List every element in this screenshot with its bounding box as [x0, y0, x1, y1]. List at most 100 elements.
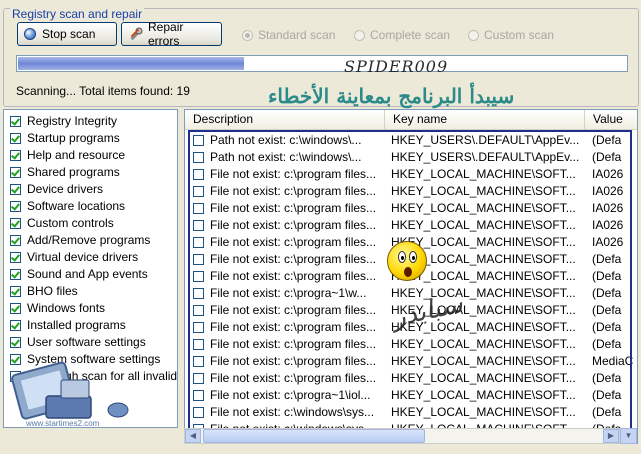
table-row[interactable]: File not exist: c:\program files... HKEY_…: [185, 200, 637, 217]
column-header-value[interactable]: Value: [585, 110, 637, 129]
cell-value: (Defa: [592, 388, 622, 402]
category-checkbox[interactable]: [10, 115, 21, 127]
cell-value: (Defa: [592, 371, 622, 385]
radio-label: Custom scan: [484, 28, 555, 42]
row-checkbox[interactable]: [193, 186, 204, 197]
cell-key-name: HKEY_LOCAL_MACHINE\SOFT...: [391, 167, 576, 181]
cell-value: IA026: [592, 184, 624, 198]
category-checkbox[interactable]: [10, 217, 21, 229]
table-row[interactable]: Path not exist: c:\windows\... HKEY_USERS…: [185, 132, 637, 149]
row-checkbox[interactable]: [193, 373, 204, 384]
cell-value: (Defa: [592, 320, 622, 334]
radio-label: Complete scan: [370, 28, 451, 42]
cell-description: File not exist: c:\program files...: [210, 337, 377, 351]
row-checkbox[interactable]: [193, 390, 204, 401]
category-label: Add/Remove programs: [27, 233, 151, 247]
stop-scan-button[interactable]: Stop scan: [17, 22, 117, 46]
table-row[interactable]: File not exist: c:\program files... HKEY_…: [185, 166, 637, 183]
radio-custom-scan[interactable]: Custom scan: [468, 28, 554, 42]
row-checkbox[interactable]: [193, 203, 204, 214]
category-checkbox[interactable]: [10, 285, 21, 297]
category-checkbox[interactable]: [10, 183, 21, 195]
table-row[interactable]: File not exist: c:\progra~1\iol... HKEY_L…: [185, 387, 637, 404]
table-row[interactable]: File not exist: c:\program files... HKEY_…: [185, 353, 637, 370]
row-checkbox[interactable]: [193, 356, 204, 367]
category-item[interactable]: Shared programs: [10, 164, 120, 180]
scroll-down-arrow-icon[interactable]: ▼: [620, 428, 637, 444]
category-item[interactable]: BHO files: [10, 283, 78, 299]
cell-key-name: HKEY_LOCAL_MACHINE\SOFT...: [391, 201, 576, 215]
cell-value: (Defa: [592, 269, 622, 283]
column-header-description[interactable]: Description: [185, 110, 385, 129]
cell-description: File not exist: c:\progra~1\w...: [210, 286, 367, 300]
scroll-right-arrow-icon[interactable]: ▶: [603, 429, 619, 443]
category-item[interactable]: Software locations: [10, 198, 125, 214]
row-checkbox[interactable]: [193, 254, 204, 265]
radio-complete-scan[interactable]: Complete scan: [354, 28, 450, 42]
cell-value: (Defa: [592, 405, 622, 419]
category-checkbox[interactable]: [10, 166, 21, 178]
category-checkbox[interactable]: [10, 200, 21, 212]
category-checkbox[interactable]: [10, 336, 21, 348]
category-item[interactable]: Registry Integrity: [10, 113, 117, 129]
arabic-caption: سيبدأ البرنامج بمعاينة الأخطاء: [268, 84, 515, 108]
cell-description: File not exist: c:\program files...: [210, 235, 377, 249]
column-header-key-name[interactable]: Key name: [385, 110, 585, 129]
scan-progress-bar: [16, 55, 628, 72]
category-item[interactable]: User software settings: [10, 334, 146, 350]
category-checkbox[interactable]: [10, 132, 21, 144]
category-label: User software settings: [27, 335, 146, 349]
cell-value: MediaC: [592, 354, 634, 368]
category-checkbox[interactable]: [10, 319, 21, 331]
row-checkbox[interactable]: [193, 305, 204, 316]
table-row[interactable]: Path not exist: c:\windows\... HKEY_USERS…: [185, 149, 637, 166]
category-item[interactable]: Help and resource: [10, 147, 125, 163]
radio-standard-scan[interactable]: Standard scan: [242, 28, 335, 42]
table-row[interactable]: File not exist: c:\program files... HKEY_…: [185, 370, 637, 387]
radio-dot: [354, 29, 365, 41]
category-item[interactable]: Installed programs: [10, 317, 126, 333]
category-label: Startup programs: [27, 131, 120, 145]
table-row[interactable]: File not exist: c:\program files... HKEY_…: [185, 336, 637, 353]
progress-fill: [18, 57, 244, 70]
category-checkbox[interactable]: [10, 149, 21, 161]
category-item[interactable]: Custom controls: [10, 215, 114, 231]
category-checkbox[interactable]: [10, 234, 21, 246]
row-checkbox[interactable]: [193, 135, 204, 146]
table-row[interactable]: File not exist: c:\program files... HKEY_…: [185, 217, 637, 234]
row-checkbox[interactable]: [193, 322, 204, 333]
scroll-left-arrow-icon[interactable]: ◀: [185, 429, 201, 443]
category-item[interactable]: Sound and App events: [10, 266, 148, 282]
category-checkbox[interactable]: [10, 302, 21, 314]
cell-value: (Defa: [592, 133, 622, 147]
row-checkbox[interactable]: [193, 169, 204, 180]
row-checkbox[interactable]: [193, 339, 204, 350]
category-item[interactable]: Device drivers: [10, 181, 103, 197]
scroll-thumb[interactable]: [203, 429, 425, 443]
cell-value: IA026: [592, 167, 624, 181]
cell-key-name: HKEY_LOCAL_MACHINE\SOFT...: [391, 218, 576, 232]
horizontal-scrollbar[interactable]: ◀ ▶: [184, 428, 620, 444]
cell-value: (Defa: [592, 150, 622, 164]
row-checkbox[interactable]: [193, 220, 204, 231]
cell-description: File not exist: c:\program files...: [210, 184, 377, 198]
row-checkbox[interactable]: [193, 407, 204, 418]
category-item[interactable]: Startup programs: [10, 130, 120, 146]
table-row[interactable]: File not exist: c:\program files... HKEY_…: [185, 183, 637, 200]
repair-errors-button[interactable]: Repair errors: [121, 20, 222, 48]
cell-key-name: HKEY_LOCAL_MACHINE\SOFT...: [391, 184, 576, 198]
table-row[interactable]: File not exist: c:\windows\sys... HKEY_LO…: [185, 404, 637, 421]
repair-tools-icon: [128, 26, 144, 42]
category-checkbox[interactable]: [10, 251, 21, 263]
row-checkbox[interactable]: [193, 237, 204, 248]
row-checkbox[interactable]: [193, 271, 204, 282]
category-checkbox[interactable]: [10, 268, 21, 280]
cell-value: (Defa: [592, 337, 622, 351]
category-label: BHO files: [27, 284, 78, 298]
row-checkbox[interactable]: [193, 152, 204, 163]
category-label: Virtual device drivers: [27, 250, 139, 264]
category-item[interactable]: Virtual device drivers: [10, 249, 138, 265]
row-checkbox[interactable]: [193, 288, 204, 299]
category-item[interactable]: Add/Remove programs: [10, 232, 150, 248]
category-item[interactable]: Windows fonts: [10, 300, 105, 316]
